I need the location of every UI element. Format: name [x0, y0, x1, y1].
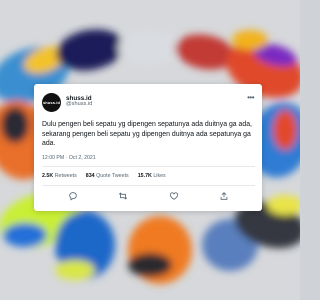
tweet-actions	[42, 186, 255, 206]
more-options-icon[interactable]: •••	[247, 93, 254, 102]
likes-stat[interactable]: 15.7K Likes	[138, 173, 166, 179]
retweets-count: 2.5K	[42, 172, 54, 179]
tweet-text: Dulu pengen beli sepatu yg dipengen sepa…	[42, 121, 252, 148]
quote-tweets-count: 834	[85, 172, 95, 179]
quote-tweets-label: Quote Tweets	[96, 172, 129, 179]
reply-icon[interactable]	[67, 190, 79, 202]
likes-count: 15.7K	[137, 172, 152, 179]
avatar[interactable]: shuss.id	[42, 92, 61, 112]
retweets-label: Retweets	[54, 172, 77, 179]
likes-label: Likes	[153, 172, 166, 179]
share-icon[interactable]	[218, 190, 230, 202]
author-names: shuss.id @shuss.id	[66, 95, 92, 108]
retweets-stat[interactable]: 2.5K Retweets	[42, 173, 77, 179]
like-icon[interactable]	[168, 190, 180, 202]
tweet-timestamp[interactable]: 12:00 PM · Oct 2, 2021	[42, 155, 255, 161]
tweet-header: shuss.id shuss.id @shuss.id •••	[42, 91, 255, 113]
user-handle[interactable]: @shuss.id	[66, 102, 92, 108]
engagement-stats: 2.5K Retweets 834 Quote Tweets 15.7K Lik…	[42, 167, 255, 185]
retweet-icon[interactable]	[117, 190, 129, 202]
quote-tweets-stat[interactable]: 834 Quote Tweets	[86, 173, 129, 179]
tweet-card: shuss.id shuss.id @shuss.id ••• Dulu pen…	[34, 84, 262, 211]
